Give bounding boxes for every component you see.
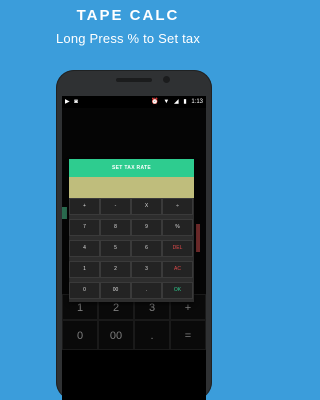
- key-7[interactable]: 7: [69, 219, 100, 236]
- bg-key: =: [170, 320, 206, 350]
- bg-key: 00: [98, 320, 134, 350]
- background-keypad: 1 2 3 0 00 . + =: [62, 294, 206, 400]
- tax-rate-dialog: SET TAX RATE + - X ÷ 7 8 9 % 4 5 6 DEL 1…: [69, 159, 194, 302]
- promo-title: TAPE CALC: [76, 7, 180, 24]
- key-minus[interactable]: -: [100, 198, 131, 215]
- key-ac[interactable]: AC: [162, 261, 193, 278]
- key-del[interactable]: DEL: [162, 240, 193, 257]
- key-percent[interactable]: %: [162, 219, 193, 236]
- bg-key: .: [134, 320, 170, 350]
- key-5[interactable]: 5: [100, 240, 131, 257]
- key-6[interactable]: 6: [131, 240, 162, 257]
- status-time: 1:13: [191, 99, 203, 105]
- background-accent: [62, 207, 67, 219]
- key-decimal[interactable]: .: [131, 282, 162, 299]
- key-2[interactable]: 2: [100, 261, 131, 278]
- key-4[interactable]: 4: [69, 240, 100, 257]
- key-1[interactable]: 1: [69, 261, 100, 278]
- battery-icon: ▮: [183, 99, 187, 105]
- voicemail-icon: ◙: [74, 99, 78, 105]
- alarm-icon: ⏰: [151, 99, 159, 105]
- signal-icon: ◢: [174, 99, 179, 105]
- play-icon: ▶: [65, 99, 70, 105]
- phone-camera: [163, 76, 170, 83]
- background-accent: [196, 224, 200, 252]
- key-ok[interactable]: OK: [162, 282, 193, 299]
- key-3[interactable]: 3: [131, 261, 162, 278]
- bg-key: 0: [62, 320, 98, 350]
- status-bar: ▶ ◙ ⏰ ▼ ◢ ▮ 1:13: [62, 96, 206, 108]
- set-tax-rate-button[interactable]: SET TAX RATE: [69, 159, 194, 177]
- tax-rate-field[interactable]: [69, 177, 194, 198]
- key-8[interactable]: 8: [100, 219, 131, 236]
- key-divide[interactable]: ÷: [162, 198, 193, 215]
- wifi-icon: ▼: [163, 99, 170, 105]
- key-00[interactable]: 00: [100, 282, 131, 299]
- promo-subtitle: Long Press % to Set tax: [55, 31, 201, 46]
- phone-speaker: [116, 78, 152, 82]
- key-plus[interactable]: +: [69, 198, 100, 215]
- dialog-keypad: + - X ÷ 7 8 9 % 4 5 6 DEL 1 2 3 AC 0 00 …: [69, 198, 194, 302]
- key-multiply[interactable]: X: [131, 198, 162, 215]
- key-0[interactable]: 0: [69, 282, 100, 299]
- key-9[interactable]: 9: [131, 219, 162, 236]
